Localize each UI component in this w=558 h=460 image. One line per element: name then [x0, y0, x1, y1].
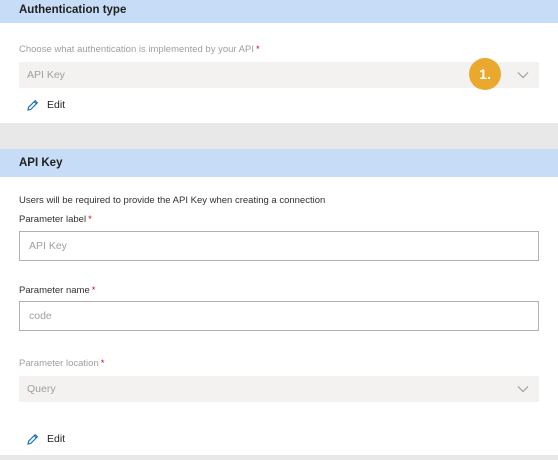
authentication-type-header: Authentication type: [0, 0, 558, 23]
auth-select-label: Choose what authentication is implemente…: [19, 44, 260, 55]
required-mark: *: [256, 44, 260, 55]
pencil-icon: [27, 433, 39, 445]
chevron-down-icon: [517, 386, 529, 393]
parameter-name-label: Parameter name *: [19, 285, 96, 296]
api-key-header: API Key: [0, 149, 558, 177]
section-divider: [0, 123, 558, 149]
api-key-edit-label: Edit: [47, 433, 66, 445]
authentication-type-dropdown[interactable]: API Key: [19, 62, 539, 88]
required-mark: *: [91, 285, 96, 296]
api-key-description: Users will be required to provide the AP…: [19, 195, 326, 206]
chevron-down-icon: [517, 72, 529, 79]
pencil-icon: [27, 99, 39, 111]
parameter-location-label: Parameter location *: [19, 358, 105, 369]
parameter-location-value: Query: [27, 383, 56, 395]
parameter-name-input[interactable]: [20, 302, 538, 330]
auth-edit-label: Edit: [47, 99, 66, 111]
parameter-label-field[interactable]: [19, 231, 539, 261]
parameter-label-label: Parameter label *: [19, 214, 92, 225]
api-key-title: API Key: [19, 157, 63, 169]
authentication-type-title: Authentication type: [19, 4, 127, 16]
parameter-name-field[interactable]: [19, 301, 539, 331]
parameter-label-input[interactable]: [20, 232, 538, 260]
required-mark: *: [88, 214, 92, 225]
authentication-type-value: API Key: [27, 69, 65, 81]
api-key-edit-button[interactable]: Edit: [26, 431, 65, 447]
parameter-location-dropdown[interactable]: Query: [19, 376, 539, 402]
auth-edit-button[interactable]: Edit: [26, 97, 65, 113]
step-badge: 1.: [469, 58, 501, 90]
bottom-divider: [0, 455, 558, 460]
required-mark: *: [100, 358, 105, 369]
